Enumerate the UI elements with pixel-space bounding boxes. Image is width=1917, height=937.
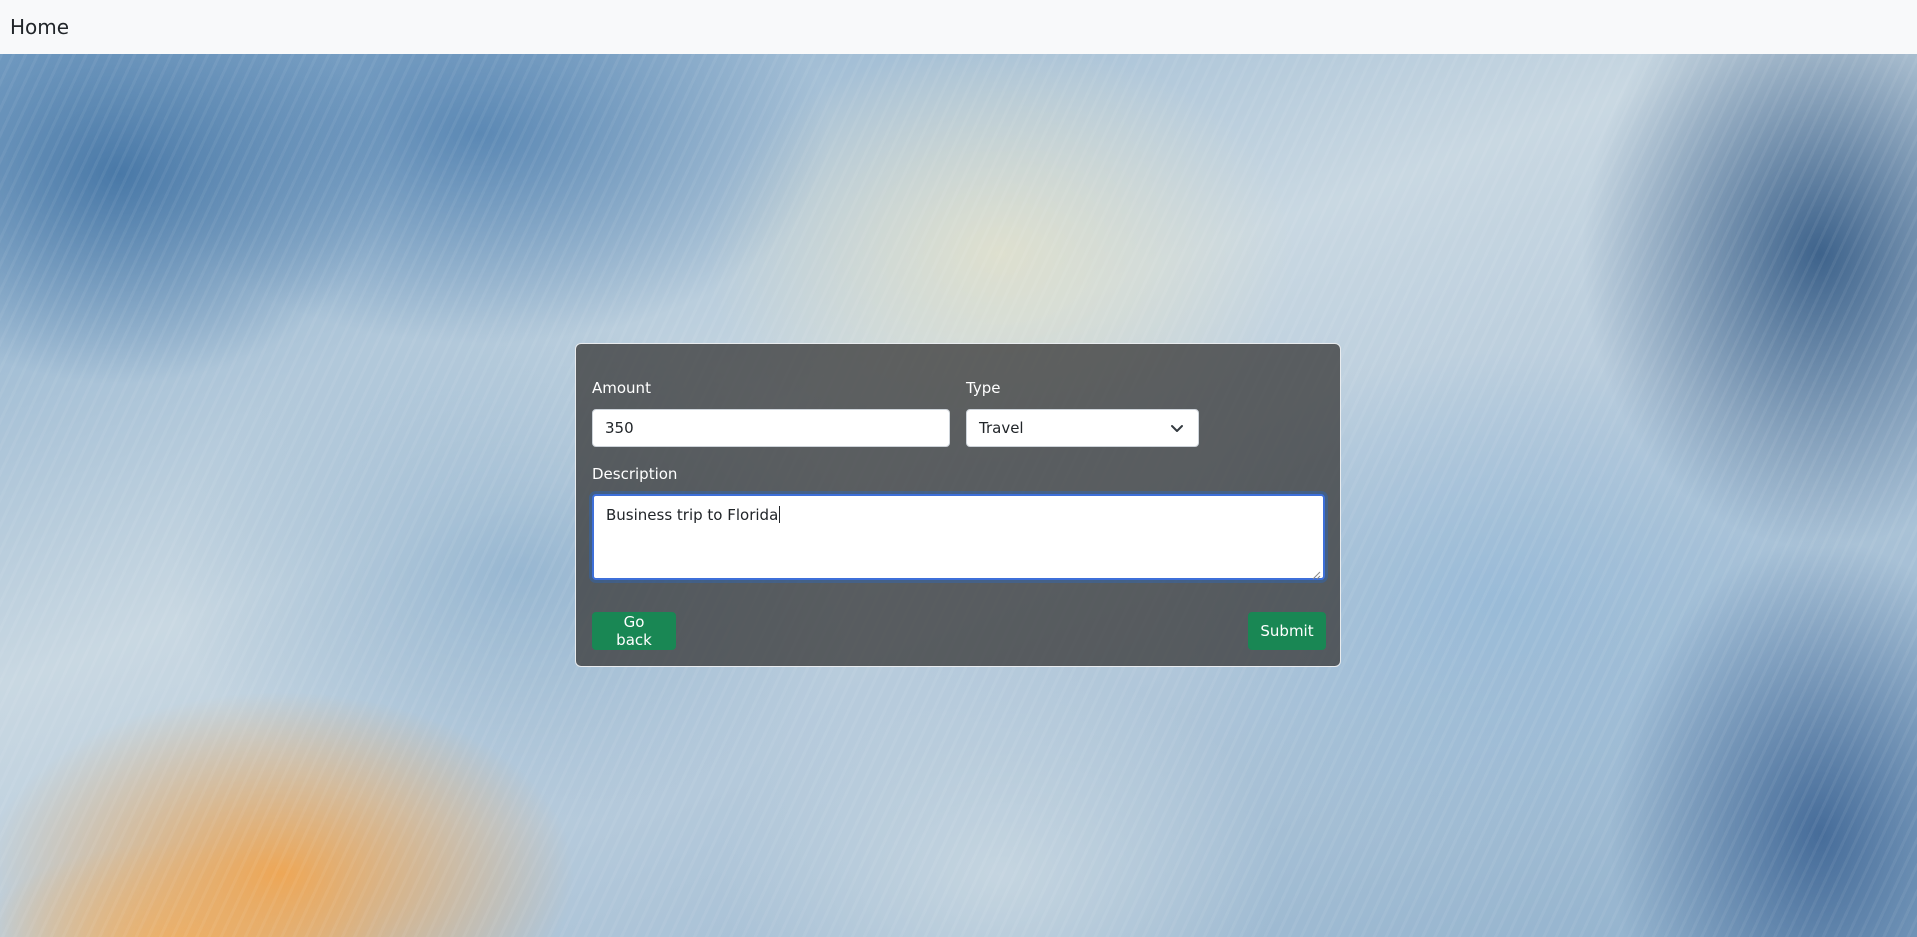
description-textarea[interactable]: Business trip to Florida: [592, 494, 1325, 580]
top-navbar: Home: [0, 0, 1917, 54]
home-link[interactable]: Home: [10, 15, 69, 39]
go-back-button[interactable]: Go back: [592, 612, 676, 650]
type-label: Type: [966, 379, 1001, 397]
expense-form-card: Amount 350 Type Travel Description Busin…: [575, 343, 1341, 667]
type-select-value: Travel: [979, 419, 1024, 437]
description-label: Description: [592, 465, 678, 483]
amount-input[interactable]: 350: [592, 409, 950, 447]
chevron-down-icon: [1168, 419, 1186, 437]
resize-grip-icon[interactable]: [1311, 566, 1321, 580]
text-caret: [779, 506, 781, 523]
amount-label: Amount: [592, 379, 651, 397]
description-text: Business trip to Florida: [606, 506, 779, 524]
type-select[interactable]: Travel: [966, 409, 1199, 447]
submit-button[interactable]: Submit: [1248, 612, 1326, 650]
